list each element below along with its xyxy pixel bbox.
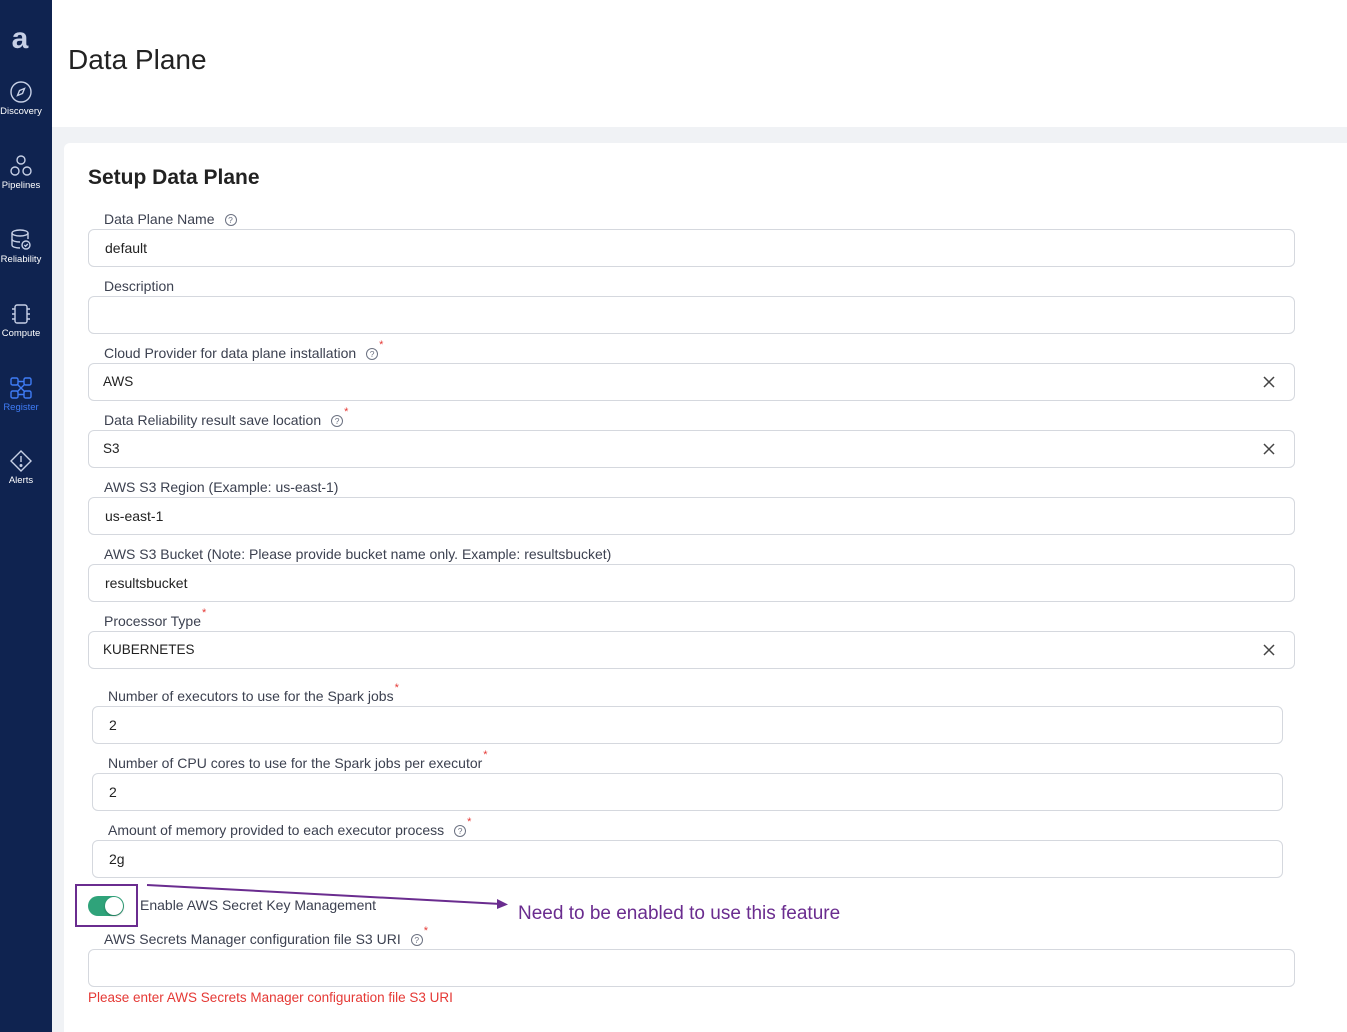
register-network-icon [10, 377, 32, 399]
secrets-config-uri-input[interactable] [88, 949, 1295, 987]
label-text: Number of executors to use for the Spark… [108, 688, 394, 704]
required-asterisk: * [483, 749, 488, 761]
help-icon[interactable]: ? [366, 348, 379, 360]
label-text: Amount of memory provided to each execut… [108, 822, 445, 838]
alert-diamond-icon [10, 450, 32, 472]
processor-type-select[interactable]: KUBERNETES [88, 631, 1295, 669]
app-logo[interactable]: a [0, 22, 40, 56]
result-location-label: Data Reliability result save location ? … [104, 406, 348, 428]
memory-input[interactable]: 2g [92, 840, 1283, 878]
sidebar-item-pipelines[interactable]: Pipelines [0, 154, 42, 191]
s3-bucket-input[interactable]: resultsbucket [88, 564, 1295, 602]
data-plane-name-label: Data Plane Name ? [104, 211, 237, 227]
clear-icon[interactable] [1262, 375, 1276, 389]
toggle-knob [105, 897, 123, 915]
section-title: Setup Data Plane [88, 166, 260, 189]
page-header [52, 0, 1347, 127]
label-text: Cloud Provider for data plane installati… [104, 345, 357, 361]
label-text: Data Reliability result save location [104, 412, 322, 428]
sidebar-item-label: Discovery [0, 106, 42, 117]
sidebar-item-label: Compute [1, 328, 41, 339]
required-asterisk: * [423, 925, 429, 937]
secrets-config-uri-error: Please enter AWS Secrets Manager configu… [88, 990, 453, 1005]
sidebar-item-reliability[interactable]: Reliability [0, 228, 42, 265]
sidebar-item-label: Pipelines [1, 180, 41, 191]
s3-region-label: AWS S3 Region (Example: us-east-1) [104, 479, 338, 495]
executors-label: Number of executors to use for the Spark… [108, 682, 399, 704]
select-value: S3 [103, 441, 120, 456]
required-asterisk: * [379, 339, 384, 351]
compass-icon [10, 81, 32, 103]
help-icon[interactable]: ? [224, 214, 237, 226]
clear-icon[interactable] [1262, 442, 1276, 456]
sidebar-item-label: Alerts [8, 475, 34, 486]
label-text: AWS S3 Region (Example: us-east-1) [104, 479, 339, 495]
label-text: AWS Secrets Manager configuration file S… [104, 931, 401, 947]
s3-bucket-label: AWS S3 Bucket (Note: Please provide buck… [104, 546, 611, 562]
database-check-icon [11, 229, 31, 250]
chip-icon [12, 304, 30, 324]
required-asterisk: * [467, 816, 472, 828]
data-plane-name-input[interactable]: default [88, 229, 1295, 267]
label-text: AWS S3 Bucket (Note: Please provide buck… [104, 546, 612, 562]
page-title: Data Plane [68, 44, 207, 75]
description-label: Description [104, 278, 174, 294]
sidebar-item-alerts[interactable]: Alerts [0, 449, 42, 486]
annotation-text: Need to be enabled to use this feature [518, 903, 841, 924]
processor-type-label: Processor Type * [104, 607, 206, 629]
pipelines-icon [10, 155, 32, 176]
cloud-provider-label: Cloud Provider for data plane installati… [104, 339, 383, 361]
annotation-arrow [146, 884, 508, 909]
sidebar-item-register[interactable]: Register [0, 376, 42, 413]
clear-icon[interactable] [1262, 643, 1276, 657]
label-text: Data Plane Name [104, 211, 215, 227]
s3-region-input[interactable]: us-east-1 [88, 497, 1295, 535]
sidebar: a Discovery Pipelines Reliability Comput… [0, 0, 52, 1032]
label-text: Description [104, 278, 175, 294]
label-text: Processor Type [104, 613, 202, 629]
sidebar-item-label: Register [3, 402, 39, 413]
secret-key-toggle[interactable] [88, 896, 124, 916]
select-value: KUBERNETES [103, 642, 195, 657]
cpu-cores-input[interactable]: 2 [92, 773, 1283, 811]
sidebar-item-label: Reliability [0, 254, 42, 265]
label-text: Number of CPU cores to use for the Spark… [108, 755, 483, 771]
help-icon[interactable]: ? [454, 825, 467, 837]
result-location-select[interactable]: S3 [88, 430, 1295, 468]
memory-label: Amount of memory provided to each execut… [108, 816, 471, 838]
required-asterisk: * [202, 607, 207, 619]
cloud-provider-select[interactable]: AWS [88, 363, 1295, 401]
help-icon[interactable]: ? [410, 934, 423, 946]
required-asterisk: * [344, 406, 349, 418]
description-input[interactable] [88, 296, 1295, 334]
executors-input[interactable]: 2 [92, 706, 1283, 744]
secrets-config-uri-label: AWS Secrets Manager configuration file S… [104, 925, 428, 947]
sidebar-item-compute[interactable]: Compute [0, 302, 42, 339]
help-icon[interactable]: ? [331, 415, 344, 427]
select-value: AWS [103, 374, 134, 389]
cpu-cores-label: Number of CPU cores to use for the Spark… [108, 749, 488, 771]
required-asterisk: * [394, 682, 399, 694]
sidebar-item-discovery[interactable]: Discovery [0, 80, 42, 117]
